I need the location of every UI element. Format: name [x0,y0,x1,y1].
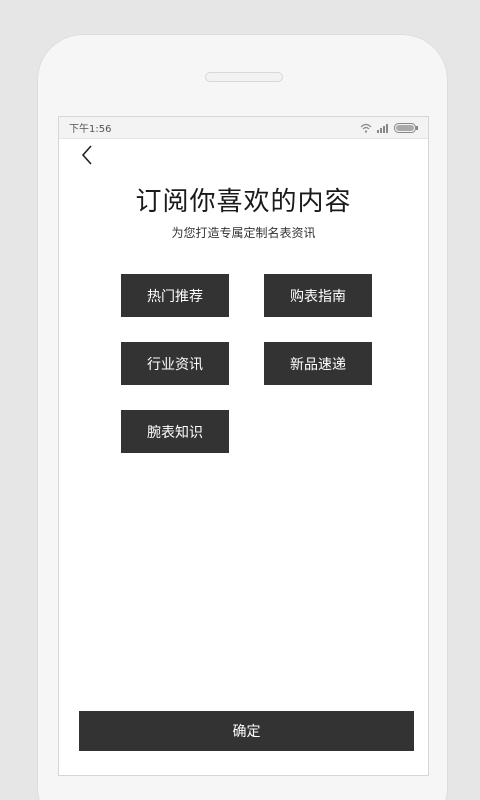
page-title: 订阅你喜欢的内容 [135,187,352,217]
battery-icon [394,118,418,137]
page-subtitle: 为您打造专属定制名表资讯 [171,226,316,240]
wifi-icon [360,118,372,137]
signal-icon [377,118,389,137]
status-time: 下午1:56 [69,124,112,135]
topic-button-hot[interactable]: 热门推荐 [121,274,229,317]
chevron-left-icon [81,145,93,169]
status-bar: 下午1:56 [59,117,428,139]
topic-button-buying-guide[interactable]: 购表指南 [264,274,372,317]
back-button[interactable] [75,145,99,169]
app-screen: 下午1:56 订阅你喜欢的内容 为您打造专属定制名表资讯 热门推荐 购表指南 行… [58,116,429,776]
confirm-button[interactable]: 确定 [79,711,414,751]
status-icons [360,118,418,137]
topic-button-watch-knowledge[interactable]: 腕表知识 [121,410,229,453]
phone-speaker [205,72,283,82]
topic-button-industry-news[interactable]: 行业资讯 [121,342,229,385]
topic-button-new-releases[interactable]: 新品速递 [264,342,372,385]
phone-frame: 下午1:56 订阅你喜欢的内容 为您打造专属定制名表资讯 热门推荐 购表指南 行… [37,34,448,800]
